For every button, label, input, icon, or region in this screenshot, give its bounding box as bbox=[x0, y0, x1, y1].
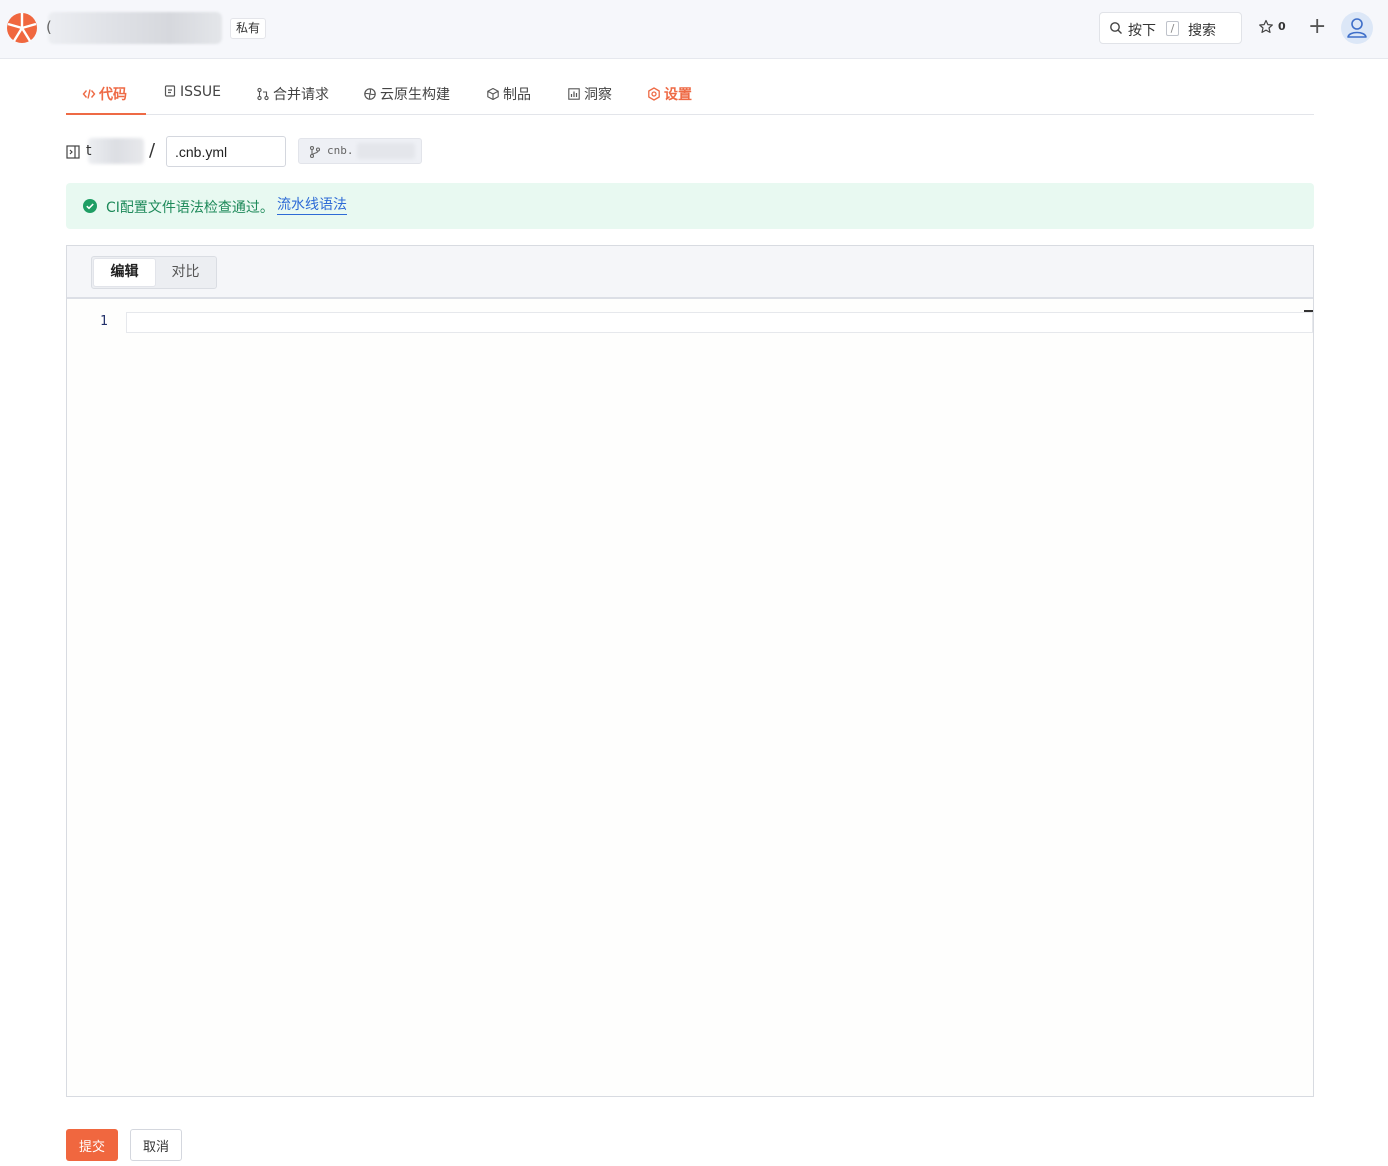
logo-icon[interactable] bbox=[6, 12, 38, 44]
branch-selector[interactable]: cnb. bbox=[298, 138, 422, 164]
tab-insights[interactable]: 洞察 bbox=[567, 84, 612, 115]
search-press-label: 按下 bbox=[1128, 23, 1156, 39]
editor-mode-switch: 编辑 对比 bbox=[91, 256, 217, 289]
editor-toolbar: 编辑 对比 bbox=[67, 246, 1313, 299]
branch-name: cnb. bbox=[327, 144, 354, 157]
repo-path-redacted[interactable] bbox=[88, 138, 144, 164]
visibility-badge: 私有 bbox=[230, 18, 267, 39]
settings-icon bbox=[648, 87, 660, 101]
minimap-marker bbox=[1304, 310, 1313, 312]
tab-merge-request[interactable]: 合并请求 bbox=[256, 84, 329, 115]
tab-insights-label: 洞察 bbox=[584, 87, 612, 103]
package-icon bbox=[487, 87, 499, 101]
cancel-button[interactable]: 取消 bbox=[130, 1129, 182, 1161]
branch-icon bbox=[309, 145, 321, 159]
tab-settings[interactable]: 设置 bbox=[647, 84, 692, 115]
top-bar: ( 私有 按下 / 搜索 0 + bbox=[0, 0, 1388, 59]
alert-message: CI配置文件语法检查通过。 bbox=[106, 200, 274, 216]
code-editor: 编辑 对比 1 bbox=[66, 245, 1314, 1097]
filename-input[interactable] bbox=[166, 136, 286, 167]
path-separator: / bbox=[149, 140, 156, 161]
search-label: 搜索 bbox=[1188, 23, 1216, 39]
tab-merge-request-label: 合并请求 bbox=[273, 87, 329, 103]
search-shortcut-key: / bbox=[1166, 21, 1179, 36]
repo-nav: 代码 ISSUE 合并请求 云原生构建 制品 洞察 设置 bbox=[66, 72, 1314, 115]
tab-diff[interactable]: 对比 bbox=[155, 259, 216, 286]
tab-package[interactable]: 制品 bbox=[486, 84, 531, 115]
line-number: 1 bbox=[100, 314, 108, 329]
tab-issue-label: ISSUE bbox=[180, 84, 221, 100]
submit-button[interactable]: 提交 bbox=[66, 1129, 118, 1161]
plus-icon[interactable]: + bbox=[1308, 16, 1326, 38]
insights-icon bbox=[568, 88, 580, 100]
file-tree-toggle-icon[interactable] bbox=[66, 145, 80, 159]
repo-name-redacted[interactable] bbox=[48, 12, 222, 44]
tab-edit[interactable]: 编辑 bbox=[94, 259, 155, 286]
user-icon bbox=[1347, 18, 1367, 38]
search-box[interactable]: 按下 / 搜索 bbox=[1099, 12, 1242, 44]
search-icon bbox=[1110, 22, 1122, 34]
merge-request-icon bbox=[257, 87, 269, 101]
repo-path-start: t bbox=[86, 143, 92, 159]
tab-settings-label: 设置 bbox=[664, 87, 692, 103]
branch-name-redacted bbox=[357, 143, 415, 159]
syntax-check-alert: CI配置文件语法检查通过。 流水线语法 bbox=[66, 183, 1314, 229]
pipeline-syntax-link[interactable]: 流水线语法 bbox=[277, 197, 347, 215]
build-icon bbox=[364, 88, 376, 100]
tab-issue[interactable]: ISSUE bbox=[163, 84, 221, 115]
tab-build-label: 云原生构建 bbox=[380, 87, 450, 103]
star-count: 0 bbox=[1278, 20, 1286, 33]
check-circle-icon bbox=[83, 199, 97, 213]
tab-code[interactable]: 代码 bbox=[66, 84, 146, 115]
editor-current-line[interactable] bbox=[126, 312, 1313, 333]
avatar[interactable] bbox=[1341, 12, 1373, 44]
issue-icon bbox=[164, 85, 176, 97]
tab-package-label: 制品 bbox=[503, 87, 531, 103]
tab-code-label: 代码 bbox=[99, 87, 127, 103]
code-icon bbox=[82, 89, 96, 99]
star-icon[interactable] bbox=[1258, 19, 1274, 35]
tab-build[interactable]: 云原生构建 bbox=[363, 84, 450, 115]
repo-name-prefix: ( bbox=[46, 18, 52, 36]
